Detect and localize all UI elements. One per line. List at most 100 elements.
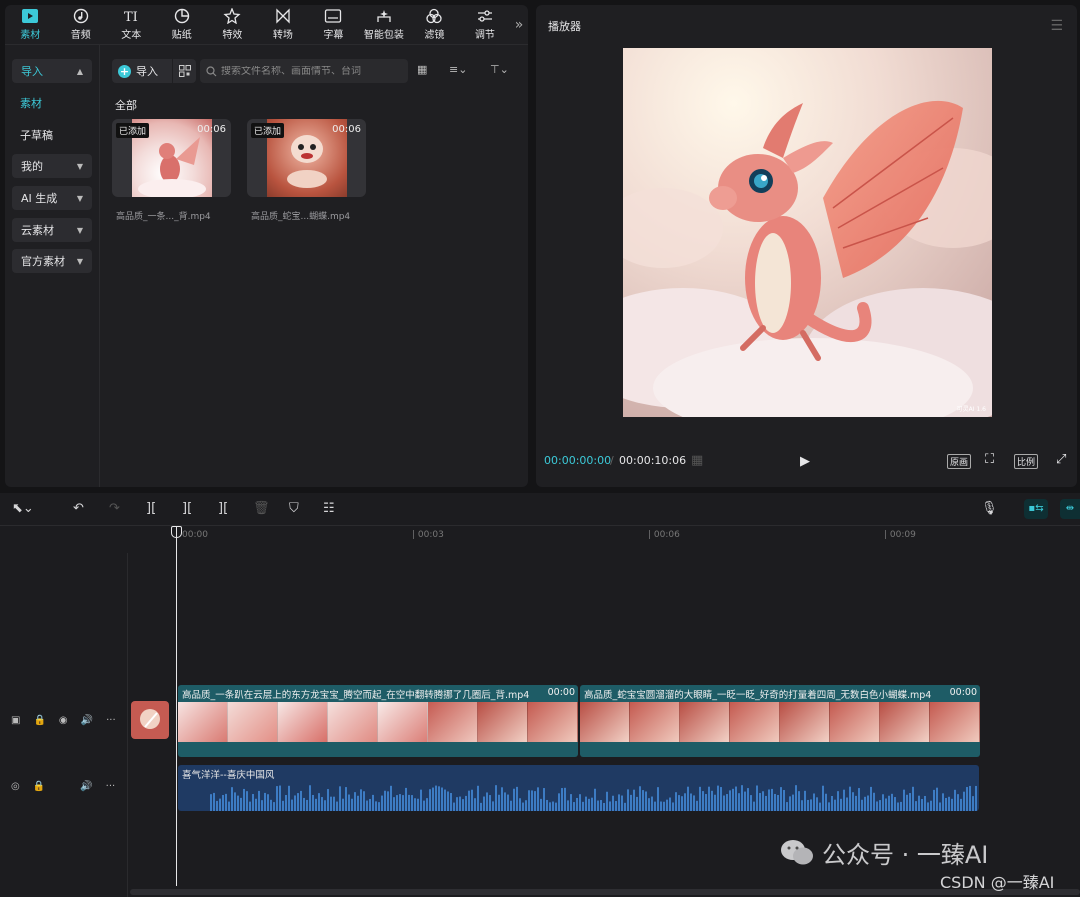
more-icon[interactable]: ··· (106, 781, 116, 792)
waveform-bar (603, 802, 605, 811)
marker-icon[interactable]: ⛉ (289, 501, 299, 516)
waveform-bar (468, 790, 470, 811)
select-cursor-icon[interactable]: ⬉⌄ (12, 501, 34, 516)
tab-adjust[interactable]: 调节 (460, 5, 511, 45)
eye-icon[interactable]: ◉ (59, 715, 68, 726)
waveform-bar (387, 791, 389, 811)
nav-cloud[interactable]: 云素材 ▼ (12, 218, 92, 242)
import-button[interactable]: + 导入 (112, 59, 172, 83)
nav-mine[interactable]: 我的 ▼ (12, 154, 92, 178)
playhead[interactable] (176, 526, 177, 886)
chevron-up-icon: ▲ (76, 66, 83, 76)
waveform-bar (618, 794, 620, 811)
waveform-bar (231, 787, 233, 811)
audio-icon (73, 8, 88, 24)
fullscreen-focus-icon[interactable]: ⛶ (985, 452, 994, 467)
waveform-bar (882, 794, 884, 811)
filter-sort-icon[interactable]: ⊤⌄ (490, 63, 509, 76)
tab-audio[interactable]: 音频 (56, 5, 107, 45)
search-input[interactable] (221, 65, 401, 77)
waveform-bar (522, 802, 524, 811)
tab-effects[interactable]: 特效 (207, 5, 258, 45)
volume-icon[interactable]: 🔊 (81, 715, 93, 726)
time-separator: / (610, 454, 614, 467)
waveform-bar (657, 787, 659, 811)
lock-icon[interactable]: 🔒 (33, 715, 45, 726)
original-quality-button[interactable]: 原画 (947, 454, 972, 469)
waveform-bar (762, 791, 764, 811)
nav-official[interactable]: 官方素材 ▼ (12, 249, 92, 273)
delete-icon[interactable]: 🗑 (253, 501, 270, 516)
clip-duration: 00:00 (547, 687, 575, 698)
edit-text-icon[interactable]: ☷ (323, 501, 335, 516)
waveform-bar (492, 801, 494, 811)
timecode-grid-icon[interactable]: ▦ (691, 453, 703, 468)
media-item[interactable]: 已添加 00:06 (112, 119, 231, 197)
waveform-bar (825, 793, 827, 811)
auto-snap-icon[interactable]: ⇹ (1060, 499, 1080, 519)
split-icon[interactable]: ][ (146, 501, 156, 516)
waveform-bar (756, 785, 758, 811)
waveform-bar (927, 802, 929, 811)
lock-icon[interactable]: 🔒 (33, 781, 45, 792)
waveform-bar (564, 787, 566, 811)
tab-subtitle[interactable]: 字幕 (308, 5, 359, 45)
nav-sub-draft[interactable]: 子草稿 (20, 127, 53, 143)
tab-smart-pack[interactable]: 智能包装 (359, 5, 410, 45)
waveform-bar (543, 788, 545, 811)
nav-import[interactable]: 导入 ▲ (12, 59, 92, 83)
nav-material[interactable]: 素材 (20, 95, 42, 111)
waveform-bar (663, 801, 665, 811)
audio-clip[interactable]: 喜气洋洋--喜庆中国风 (178, 765, 979, 811)
ratio-button[interactable]: 比例 (1014, 454, 1039, 469)
player-panel: 播放器 ☰ 可灵AI 1.6 00:00:00:00 / 00:00:10:06… (536, 5, 1077, 487)
video-preview[interactable]: 可灵AI 1.6 (623, 48, 992, 417)
timeline-scrollbar[interactable] (130, 889, 1080, 895)
more-icon[interactable]: ··· (106, 715, 116, 726)
qr-import-button[interactable] (173, 59, 196, 83)
grid-view-icon[interactable]: ▦ (417, 63, 427, 76)
nav-ai-gen[interactable]: AI 生成 ▼ (12, 186, 92, 210)
waveform-bar (282, 800, 284, 811)
waveform-bar (549, 802, 551, 811)
tab-media[interactable]: 素材 (5, 5, 56, 45)
chevron-down-icon: ▼ (76, 225, 83, 235)
cover-thumbnail[interactable] (131, 701, 169, 739)
media-item[interactable]: 已添加 00:06 (247, 119, 366, 197)
menu-icon[interactable]: ☰ (1050, 18, 1063, 34)
microphone-icon[interactable]: 🎙 (981, 501, 998, 516)
sort-icon[interactable]: ≡⌄ (449, 63, 467, 76)
waveform-bar (942, 793, 944, 811)
waveform-bar (534, 791, 536, 811)
video-clip[interactable]: 高品质_蛇宝宝圆溜溜的大眼睛_一眨一眨_好奇的打量着四周_无数白色小蝴蝶.mp4… (580, 685, 980, 757)
split-left-icon[interactable]: ][ (182, 501, 192, 516)
waveform-bar (963, 791, 965, 811)
tab-transition[interactable]: 转场 (258, 5, 309, 45)
video-clip[interactable]: 高品质_一条趴在云层上的东方龙宝宝_腾空而起_在空中翻转腾挪了几圈后_背.mp4… (178, 685, 578, 757)
waveform-bar (714, 794, 716, 811)
waveform-bar (741, 785, 743, 811)
ruler-tick: | 00:09 (884, 530, 916, 540)
play-button[interactable]: ▶ (800, 454, 810, 469)
waveform-bar (717, 785, 719, 811)
tab-text[interactable]: TI 文本 (106, 5, 157, 45)
split-right-icon[interactable]: ][ (218, 501, 228, 516)
main-track-magnet-icon[interactable]: ▪⇆ (1024, 499, 1048, 519)
time-ruler[interactable]: 00:00 | 00:03 | 00:06 | 00:09 (176, 526, 1080, 546)
waveform-bar (513, 788, 515, 811)
redo-icon[interactable]: ↷ (109, 501, 120, 516)
undo-icon[interactable]: ↶ (73, 501, 84, 516)
wechat-icon (781, 839, 813, 864)
volume-icon[interactable]: 🔊 (80, 781, 92, 792)
waveform-bar (930, 800, 932, 811)
filter-icon (426, 8, 443, 24)
waveform-bar (294, 795, 296, 811)
fullscreen-icon[interactable]: ⤢ (1056, 452, 1066, 467)
waveform-bar (465, 795, 467, 811)
waveform-bar (330, 796, 332, 811)
tab-filter[interactable]: 滤镜 (409, 5, 460, 45)
waveform-bar (897, 802, 899, 811)
more-tabs-button[interactable]: » (510, 17, 528, 33)
tab-sticker[interactable]: 贴纸 (157, 5, 208, 45)
waveform-bar (732, 788, 734, 811)
